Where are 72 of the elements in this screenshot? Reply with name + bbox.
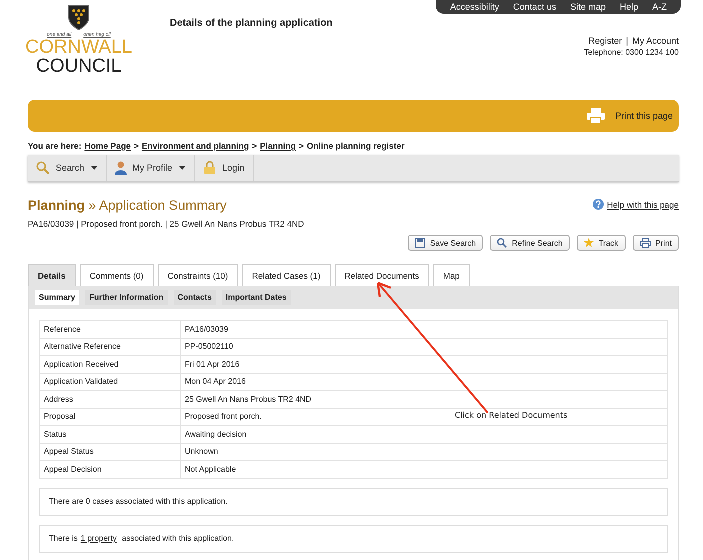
caret-icon: [90, 166, 98, 170]
logo-text: CORNWALL: [26, 38, 132, 57]
tab[interactable]: Constraints (10): [158, 264, 238, 286]
subtab[interactable]: Contacts: [174, 290, 216, 305]
tab[interactable]: Related Cases (1): [242, 264, 331, 286]
page-title: Details of the planning application: [170, 18, 334, 30]
top-nav-link[interactable]: Help: [620, 2, 638, 12]
table-cell: Not Applicable: [180, 460, 668, 478]
table-cell: 25 Gwell An Nans Probus TR2 4ND: [180, 390, 668, 408]
table-cell: Application Received: [40, 356, 180, 373]
star-icon: [584, 238, 594, 248]
breadcrumb-current: Online planning register: [307, 141, 405, 151]
subtab[interactable]: Important Dates: [222, 290, 291, 305]
breadcrumb-separator: >: [252, 141, 258, 151]
printer-icon: [640, 238, 651, 248]
notice-text: There are 0 cases associated with this application.: [49, 497, 228, 506]
table-cell: PA16/03039: [180, 320, 668, 338]
tab[interactable]: Comments (0): [80, 264, 154, 286]
page-heading: Planning » Application Summary: [28, 198, 227, 213]
print-page-button[interactable]: Print this page: [587, 108, 673, 124]
subtab[interactable]: Summary: [35, 290, 80, 305]
tab[interactable]: Map: [433, 264, 470, 286]
table-cell: Appeal Decision: [40, 460, 180, 478]
top-nav-link[interactable]: Site map: [570, 2, 606, 12]
link-separator: |: [626, 36, 628, 46]
breadcrumb-label: You are here:: [28, 141, 82, 151]
table-cell: Application Validated: [40, 373, 180, 390]
search-icon: [36, 161, 50, 175]
toolbar-button[interactable]: Search: [28, 155, 107, 181]
action-button[interactable]: Track: [576, 235, 626, 251]
breadcrumb-link[interactable]: Environment and planning: [142, 141, 250, 151]
toolbar-button[interactable]: My Profile: [106, 155, 195, 181]
logo-text: COUNCIL: [36, 57, 122, 76]
table-cell: Status: [40, 426, 180, 443]
table-cell: Fri 01 Apr 2016: [180, 356, 668, 373]
action-button[interactable]: Refine Search: [490, 235, 570, 251]
breadcrumb-link[interactable]: Home Page: [84, 141, 131, 151]
annotation-text: Click on Related Documents: [455, 411, 568, 420]
toolbar-button[interactable]: Login: [194, 155, 254, 181]
printer-icon: [587, 108, 606, 124]
account-link[interactable]: Register: [588, 36, 622, 46]
table-cell: Reference: [40, 320, 180, 338]
table-cell: Awaiting decision: [180, 426, 668, 443]
action-button[interactable]: Save Search: [408, 235, 484, 251]
table-cell: Address: [40, 390, 180, 408]
padlock-icon: [202, 161, 217, 175]
help-icon: [593, 199, 604, 210]
subtab[interactable]: Further Information: [85, 290, 168, 305]
telephone-text: Telephone: 0300 1234 100: [584, 48, 679, 57]
tab[interactable]: Details: [28, 264, 76, 286]
breadcrumb-link[interactable]: Planning: [260, 141, 296, 151]
top-nav-link[interactable]: Contact us: [513, 2, 556, 12]
table-cell: Unknown: [180, 443, 668, 460]
top-nav-link[interactable]: Accessibility: [450, 2, 500, 12]
action-button[interactable]: Print: [632, 235, 679, 251]
breadcrumb-separator: >: [299, 141, 304, 151]
person-icon: [114, 161, 127, 175]
summary-line: PA16/03039 | Proposed front porch. | 25 Gwell An Nans Probus TR2 4ND: [28, 219, 306, 229]
table-cell: Alternative Reference: [40, 338, 180, 356]
notice-text: There is 1 property associated with this application.: [49, 534, 234, 543]
top-nav-link[interactable]: A-Z: [652, 2, 667, 12]
table-cell: PP-05002110: [180, 338, 668, 356]
property-link[interactable]: 1 property: [80, 534, 117, 543]
tab[interactable]: Related Documents: [334, 264, 430, 286]
table-cell: Mon 04 Apr 2016: [180, 373, 668, 390]
search-icon: [497, 238, 508, 248]
account-link[interactable]: My Account: [632, 36, 679, 46]
help-link[interactable]: Help with this page: [593, 199, 679, 210]
table-cell: Appeal Status: [40, 443, 180, 460]
breadcrumb-separator: >: [134, 141, 139, 151]
table-cell: Proposal: [40, 408, 180, 426]
caret-icon: [178, 166, 186, 170]
